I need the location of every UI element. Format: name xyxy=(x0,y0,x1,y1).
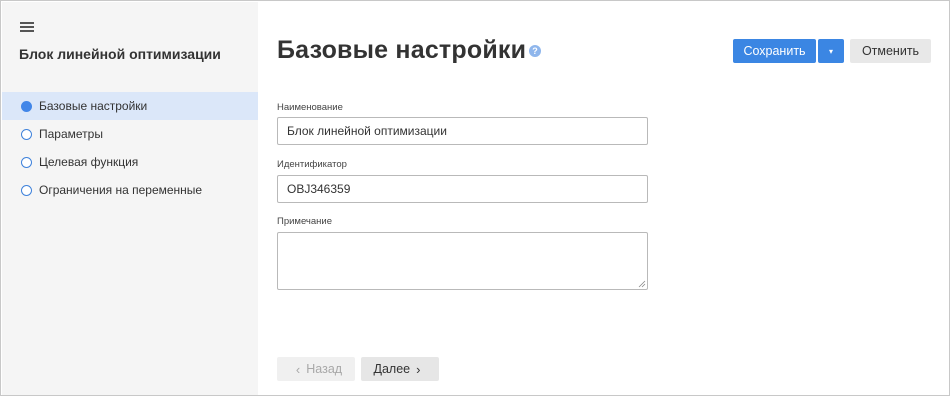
sidebar: Блок линейной оптимизации Базовые настро… xyxy=(2,2,258,395)
note-textarea[interactable] xyxy=(277,232,648,290)
menu-icon[interactable] xyxy=(20,21,35,33)
chevron-left-icon: ‹ xyxy=(295,361,301,377)
resize-grip-icon[interactable] xyxy=(638,280,646,288)
main-content: Базовые настройки ? Сохранить ▾ Отменить… xyxy=(258,2,950,395)
save-button[interactable]: Сохранить xyxy=(733,39,816,63)
back-label: Назад xyxy=(306,362,343,376)
name-label: Наименование xyxy=(277,102,343,113)
save-dropdown-button[interactable]: ▾ xyxy=(818,39,844,63)
id-field[interactable]: OBJ346359 xyxy=(277,175,648,203)
name-field[interactable]: Блок линейной оптимизации xyxy=(277,117,648,145)
sidebar-item-basic-settings[interactable]: Базовые настройки xyxy=(2,92,258,120)
cancel-button[interactable]: Отменить xyxy=(850,39,931,63)
back-button[interactable]: ‹ Назад xyxy=(277,357,355,381)
radio-empty-icon xyxy=(21,184,32,196)
chevron-right-icon: › xyxy=(416,361,421,377)
sidebar-item-label: Базовые настройки xyxy=(39,99,148,113)
sidebar-item-variable-constraints[interactable]: Ограничения на переменные xyxy=(2,176,258,204)
window: Блок линейной оптимизации Базовые настро… xyxy=(0,0,950,396)
id-label: Идентификатор xyxy=(277,159,347,170)
page-title: Базовые настройки xyxy=(277,36,527,64)
note-label: Примечание xyxy=(277,216,332,227)
sidebar-nav: Базовые настройки Параметры Целевая функ… xyxy=(2,92,258,204)
sidebar-item-parameters[interactable]: Параметры xyxy=(2,120,258,148)
sidebar-item-label: Целевая функция xyxy=(39,155,139,169)
next-button[interactable]: Далее › xyxy=(361,357,439,381)
next-label: Далее xyxy=(373,362,411,376)
radio-empty-icon xyxy=(21,156,32,168)
radio-selected-icon xyxy=(21,100,32,112)
sidebar-item-objective-function[interactable]: Целевая функция xyxy=(2,148,258,176)
help-icon[interactable]: ? xyxy=(529,45,541,57)
sidebar-item-label: Ограничения на переменные xyxy=(39,183,203,197)
sidebar-item-label: Параметры xyxy=(39,127,103,141)
radio-empty-icon xyxy=(21,128,32,140)
sidebar-title: Блок линейной оптимизации xyxy=(19,46,221,62)
